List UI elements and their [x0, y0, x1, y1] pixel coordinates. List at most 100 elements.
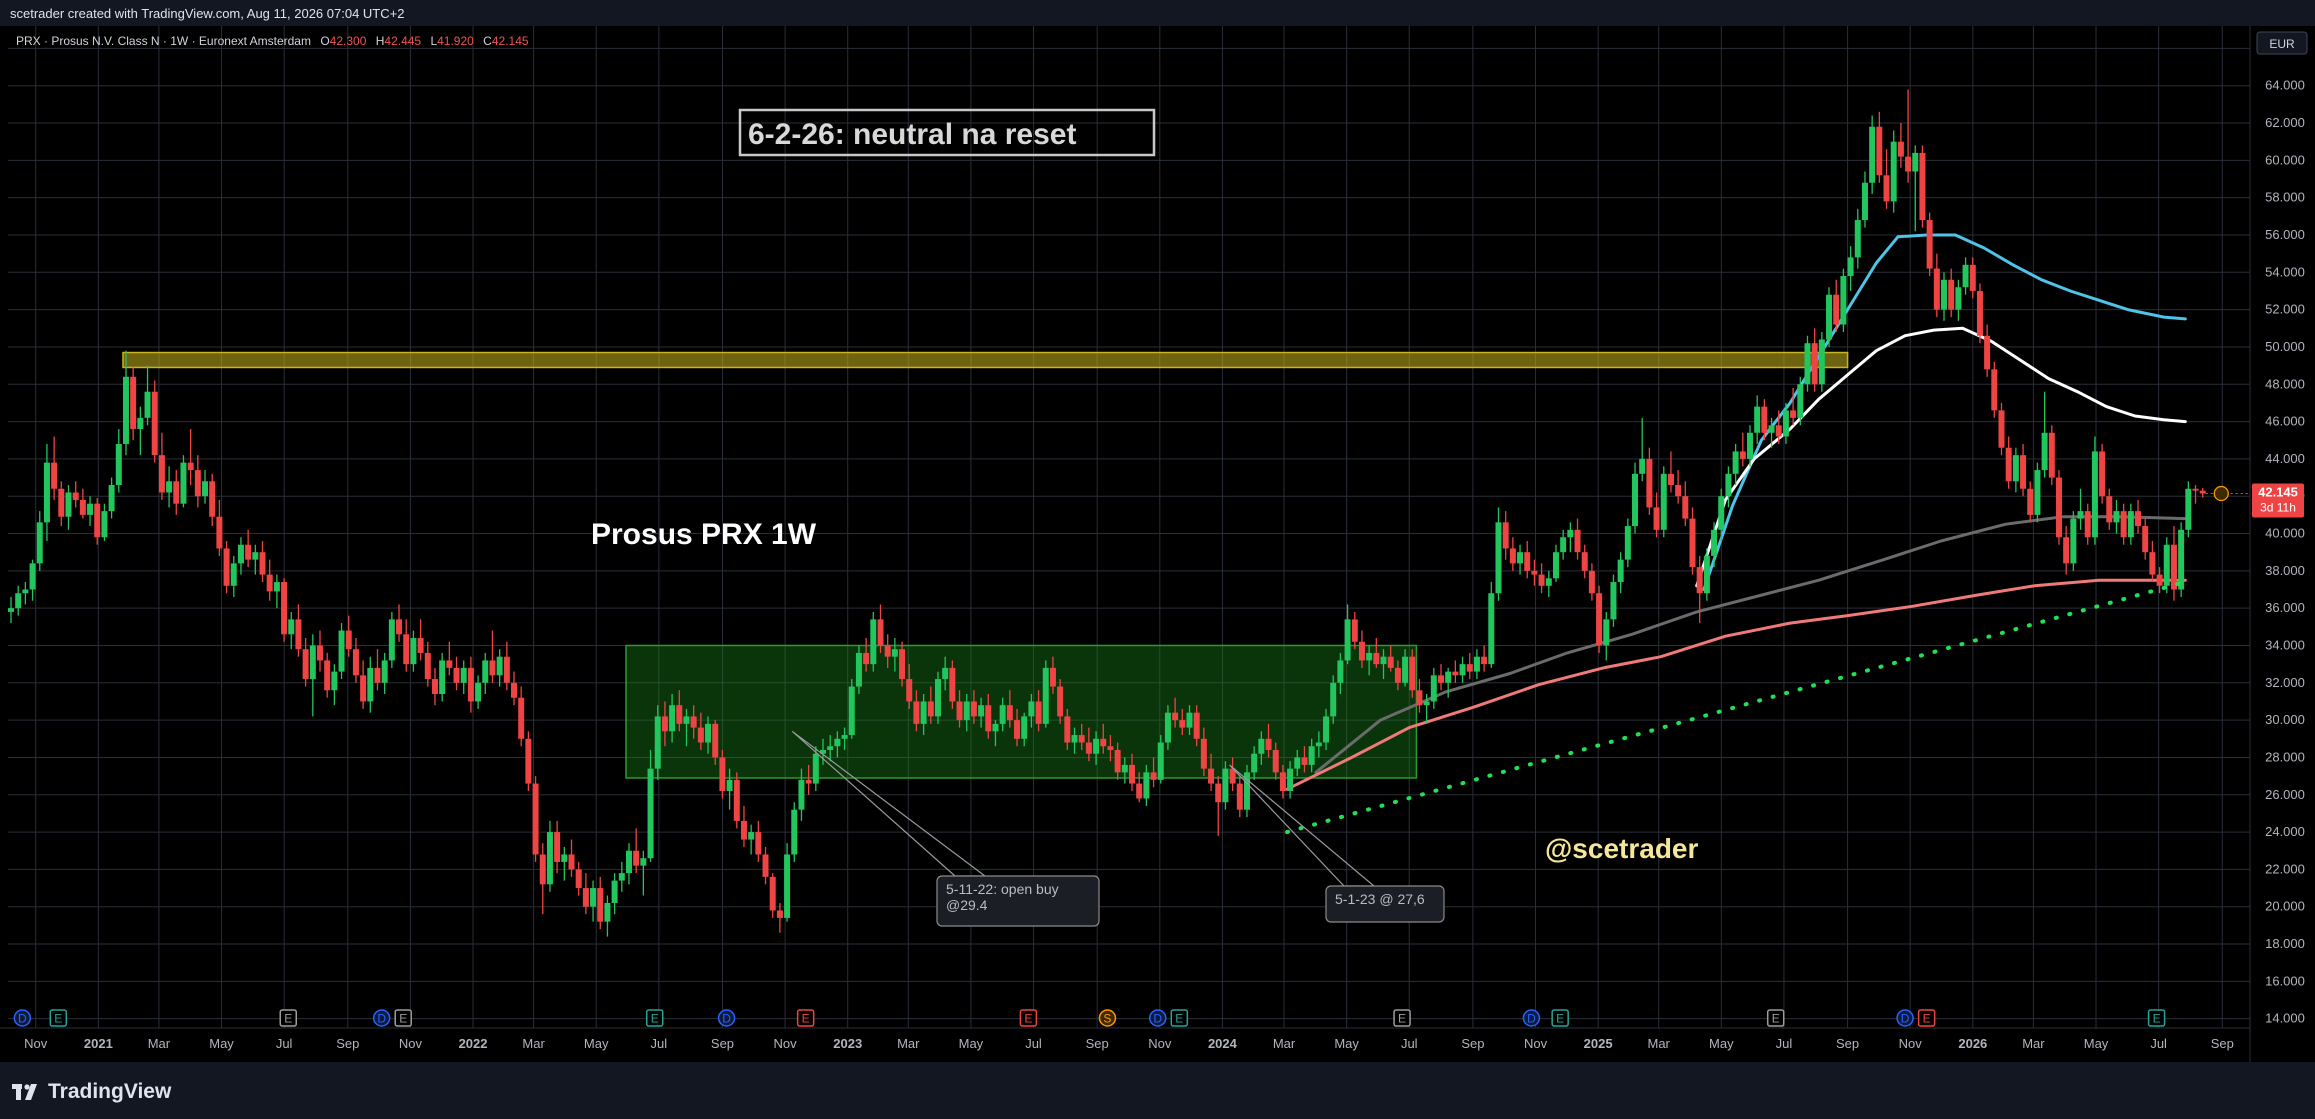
price-axis-label: 20.000 — [2265, 899, 2305, 914]
event-marker-label: D — [18, 1012, 27, 1026]
candle-body — [1675, 485, 1682, 497]
candle-body — [927, 701, 934, 717]
legend-open-value: 42.300 — [330, 34, 367, 48]
candle-body — [554, 832, 561, 862]
legend: PRX · Prosus N.V. Class N · 1W · Euronex… — [16, 34, 529, 48]
legend-close-value: 42.145 — [492, 34, 529, 48]
candle-body — [1869, 126, 1876, 183]
candle-body — [604, 902, 611, 922]
candle-body — [690, 716, 697, 728]
time-axis-label: 2024 — [1208, 1036, 1238, 1051]
candle-body — [1042, 667, 1049, 724]
time-axis-label: Sep — [711, 1036, 734, 1051]
legend-text: PRX · Prosus N.V. Class N · 1W · Euronex… — [16, 34, 529, 48]
legend-symbol: PRX · Prosus N.V. Class N · 1W · Euronex… — [16, 34, 311, 48]
candle-body — [582, 888, 589, 907]
candle-body — [1423, 701, 1430, 706]
candle-body — [424, 652, 431, 680]
candle-body — [906, 679, 913, 702]
candle-body — [122, 376, 129, 444]
candle-body — [618, 873, 625, 881]
candle-body — [877, 619, 884, 646]
tradingview-logo[interactable]: TradingView — [12, 1080, 171, 1104]
candle-body — [669, 705, 676, 732]
candle-body — [410, 638, 417, 665]
candle-body — [1962, 264, 1969, 288]
candle-body — [654, 716, 661, 769]
candle-body — [1538, 574, 1545, 586]
candle-body — [137, 417, 144, 430]
candle-body — [1718, 496, 1725, 530]
price-axis-label: 40.000 — [2265, 526, 2305, 541]
candle-body — [1021, 716, 1028, 739]
candle-body — [1387, 656, 1394, 668]
candle-body — [1833, 294, 1840, 325]
candle-body — [1933, 268, 1940, 310]
candle-body — [1804, 343, 1811, 385]
candle-body — [784, 854, 791, 918]
price-chart[interactable]: 6-2-26: neutral na reset Prosus PRX 1W @sc… — [0, 26, 2315, 1062]
price-axis-label: 52.000 — [2265, 302, 2305, 317]
time-axis-label: 2023 — [833, 1036, 862, 1051]
candle-body — [640, 858, 647, 866]
candle-body — [2099, 451, 2106, 497]
candle-body — [8, 608, 14, 612]
candle-body — [482, 660, 489, 683]
time-axis-label: Mar — [1273, 1036, 1296, 1051]
time-axis-label: Sep — [1086, 1036, 1109, 1051]
candle-body — [180, 462, 187, 504]
candle-body — [798, 779, 805, 810]
candle-body — [575, 869, 582, 889]
candle-body — [1775, 425, 1782, 437]
candle-body — [2005, 447, 2012, 482]
candle-body — [144, 391, 151, 418]
time-axis-label: Nov — [1524, 1036, 1548, 1051]
candle-body — [1531, 570, 1538, 575]
candle-body — [1394, 667, 1401, 683]
candle-body — [259, 552, 266, 575]
candle-body — [1143, 772, 1150, 799]
event-marker-label: E — [284, 1012, 292, 1026]
candle-body — [1567, 529, 1574, 538]
candle-body — [518, 697, 525, 739]
candle-body — [712, 723, 719, 758]
candle-body — [467, 667, 474, 702]
candle-body — [266, 574, 273, 592]
candle-body — [446, 660, 453, 668]
candle-body — [1452, 671, 1459, 676]
candle-body — [1624, 526, 1631, 560]
candle-body — [633, 850, 640, 866]
candle-body — [985, 705, 992, 732]
candle-body — [151, 391, 158, 456]
candle-body — [625, 850, 632, 874]
candle-body — [1876, 126, 1883, 176]
time-axis-label: May — [209, 1036, 234, 1051]
candle-body — [1222, 768, 1229, 803]
candle-body — [1035, 701, 1042, 724]
candle-body — [87, 503, 94, 515]
callout-text: 5-11-22: open buy — [946, 881, 1059, 897]
currency-button-label[interactable]: EUR — [2269, 37, 2295, 51]
candle-body — [1653, 507, 1660, 530]
candle-body — [827, 746, 834, 750]
candle-body — [2034, 470, 2041, 515]
tradingview-logo-text: TradingView — [48, 1080, 172, 1103]
candle-body — [1524, 552, 1531, 571]
bar-countdown: 3d 11h — [2260, 501, 2296, 515]
candle-body — [130, 376, 137, 430]
candle-body — [1064, 716, 1071, 743]
candle-body — [1330, 682, 1337, 717]
candle-body — [2012, 455, 2019, 482]
candle-body — [1488, 593, 1495, 665]
time-axis-label: Mar — [1648, 1036, 1671, 1051]
candle-body — [1430, 675, 1437, 702]
currency-button[interactable]: EUR — [2256, 31, 2308, 55]
candle-body — [1732, 451, 1739, 474]
candle-body — [1509, 548, 1516, 564]
candle-body — [1696, 567, 1703, 594]
candle-body — [1617, 559, 1624, 583]
candle-body — [2127, 511, 2134, 538]
candle-body — [331, 671, 338, 691]
time-axis-label: Sep — [2211, 1036, 2234, 1051]
candle-body — [2077, 511, 2084, 519]
